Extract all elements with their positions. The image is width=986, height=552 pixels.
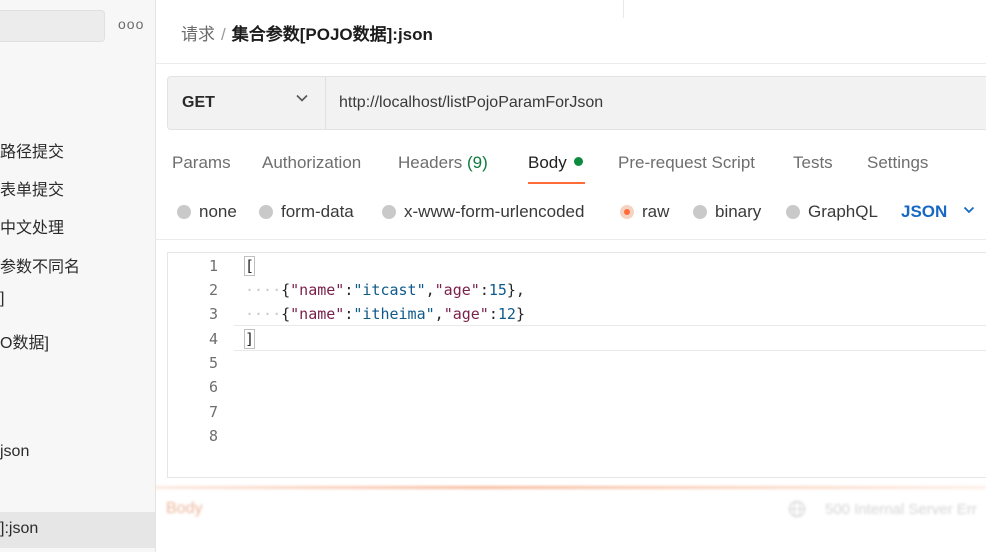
tab-settings[interactable]: Settings bbox=[867, 153, 928, 173]
code-line: ····{"name":"itcast","age":15}, bbox=[245, 281, 525, 299]
line-number: 8 bbox=[208, 427, 218, 445]
line-number: 3 bbox=[208, 305, 218, 323]
radio-selected-icon[interactable] bbox=[620, 205, 634, 219]
whitespace-marker: ···· bbox=[245, 281, 282, 299]
line-number: 6 bbox=[208, 378, 218, 396]
request-title[interactable]: 集合参数[POJO数据]:json bbox=[232, 25, 433, 44]
body-option-form-data-label: form-data bbox=[281, 202, 354, 221]
body-format-select[interactable]: JSON bbox=[901, 202, 947, 222]
code-line: [ bbox=[243, 256, 256, 276]
sidebar-item[interactable]: ] bbox=[0, 290, 4, 308]
headers-count-badge: (9) bbox=[467, 153, 488, 172]
sidebar-item[interactable]: json bbox=[0, 443, 29, 461]
code-token: , bbox=[434, 305, 444, 323]
tab-authorization[interactable]: Authorization bbox=[262, 153, 361, 173]
code-token: { bbox=[281, 305, 291, 323]
chevron-down-icon[interactable] bbox=[295, 91, 309, 110]
breadcrumb-parent[interactable]: 请求 bbox=[181, 25, 215, 44]
body-indicator-dot-icon bbox=[573, 157, 583, 167]
body-option-none-label: none bbox=[199, 202, 237, 221]
body-option-urlencoded[interactable]: x-www-form-urlencoded bbox=[382, 202, 584, 222]
tab-prerequest-script[interactable]: Pre-request Script bbox=[618, 153, 755, 173]
radio-icon[interactable] bbox=[786, 205, 800, 219]
code-token: { bbox=[281, 281, 291, 299]
bracket-match: ] bbox=[243, 329, 256, 349]
code-token: }, bbox=[506, 281, 525, 299]
request-bar: GET http://localhost/listPojoParamForJso… bbox=[167, 76, 986, 130]
response-tab-body[interactable]: Body bbox=[166, 500, 202, 518]
sidebar-item[interactable]: 中文处理 bbox=[0, 214, 64, 238]
sidebar-search-input[interactable] bbox=[0, 10, 105, 42]
body-option-raw[interactable]: raw bbox=[620, 202, 669, 222]
breadcrumb-separator: / bbox=[221, 25, 226, 44]
body-option-form-data[interactable]: form-data bbox=[259, 202, 354, 222]
tab-headers-label: Headers bbox=[398, 153, 463, 172]
bracket-match: [ bbox=[243, 256, 256, 276]
radio-icon[interactable] bbox=[259, 205, 273, 219]
body-option-graphql-label: GraphQL bbox=[808, 202, 878, 221]
body-option-graphql[interactable]: GraphQL bbox=[786, 202, 878, 222]
code-key: "age" bbox=[434, 281, 480, 299]
tab-params[interactable]: Params bbox=[172, 153, 231, 173]
tab-body-label: Body bbox=[528, 153, 567, 172]
code-key: "age" bbox=[443, 305, 489, 323]
radio-icon[interactable] bbox=[693, 205, 707, 219]
sidebar-item[interactable]: 表单提交 bbox=[0, 176, 64, 200]
method-select[interactable]: GET bbox=[182, 94, 215, 112]
code-string: "itheima" bbox=[353, 305, 435, 323]
response-progress-line bbox=[155, 486, 986, 489]
line-number: 2 bbox=[208, 281, 218, 299]
line-number: 5 bbox=[208, 354, 218, 372]
tab-body[interactable]: Body bbox=[528, 153, 583, 173]
line-number: 1 bbox=[208, 257, 218, 275]
code-token: : bbox=[479, 281, 489, 299]
code-key: "name" bbox=[290, 305, 345, 323]
code-editor[interactable]: 1 2 3 4 5 6 7 8 [ ····{"name":"itcast","… bbox=[167, 252, 986, 478]
response-status: 500 Internal Server Err bbox=[825, 501, 977, 518]
url-input[interactable]: http://localhost/listPojoParamForJson bbox=[339, 94, 603, 112]
chevron-down-icon[interactable] bbox=[962, 203, 976, 221]
body-option-urlencoded-label: x-www-form-urlencoded bbox=[404, 202, 585, 221]
whitespace-marker: ···· bbox=[245, 305, 282, 323]
code-token: } bbox=[515, 305, 525, 323]
sidebar: ooo 路径提交 表单提交 中文处理 参数不同名 ] O数据] json ]:j… bbox=[0, 0, 156, 552]
sidebar-item[interactable]: 路径提交 bbox=[0, 138, 64, 162]
sidebar-item[interactable]: 参数不同名 bbox=[0, 253, 80, 277]
header-divider-line bbox=[155, 63, 986, 64]
code-line: ····{"name":"itheima","age":12} bbox=[245, 305, 525, 323]
radio-icon[interactable] bbox=[177, 205, 191, 219]
body-option-none[interactable]: none bbox=[177, 202, 237, 222]
code-line: ] bbox=[243, 329, 256, 349]
line-number: 4 bbox=[208, 330, 218, 348]
breadcrumb: 请求 / 集合参数[POJO数据]:json bbox=[181, 20, 433, 45]
tab-tests[interactable]: Tests bbox=[793, 153, 833, 173]
editor-top-divider bbox=[155, 239, 986, 240]
radio-icon[interactable] bbox=[382, 205, 396, 219]
code-string: "itcast" bbox=[353, 281, 426, 299]
code-number: 12 bbox=[497, 305, 516, 323]
code-number: 15 bbox=[488, 281, 507, 299]
sidebar-item-selected[interactable]: ]:json bbox=[0, 520, 38, 538]
active-line-highlight bbox=[234, 325, 986, 351]
code-token: , bbox=[425, 281, 435, 299]
code-token: : bbox=[488, 305, 498, 323]
code-key: "name" bbox=[290, 281, 345, 299]
globe-icon[interactable] bbox=[788, 500, 806, 523]
tab-headers[interactable]: Headers (9) bbox=[398, 153, 488, 173]
sidebar-item[interactable]: O数据] bbox=[0, 329, 49, 353]
request-bar-divider bbox=[325, 77, 326, 129]
more-options-icon[interactable]: ooo bbox=[118, 16, 144, 32]
header-divider bbox=[623, 0, 624, 18]
body-option-binary[interactable]: binary bbox=[693, 202, 761, 222]
response-panel: Body 500 Internal Server Err bbox=[155, 484, 986, 552]
line-number-gutter: 1 2 3 4 5 6 7 8 bbox=[168, 253, 234, 477]
line-number: 7 bbox=[208, 403, 218, 421]
active-tab-underline bbox=[528, 182, 585, 184]
body-option-raw-label: raw bbox=[642, 202, 670, 221]
body-option-binary-label: binary bbox=[715, 202, 762, 221]
